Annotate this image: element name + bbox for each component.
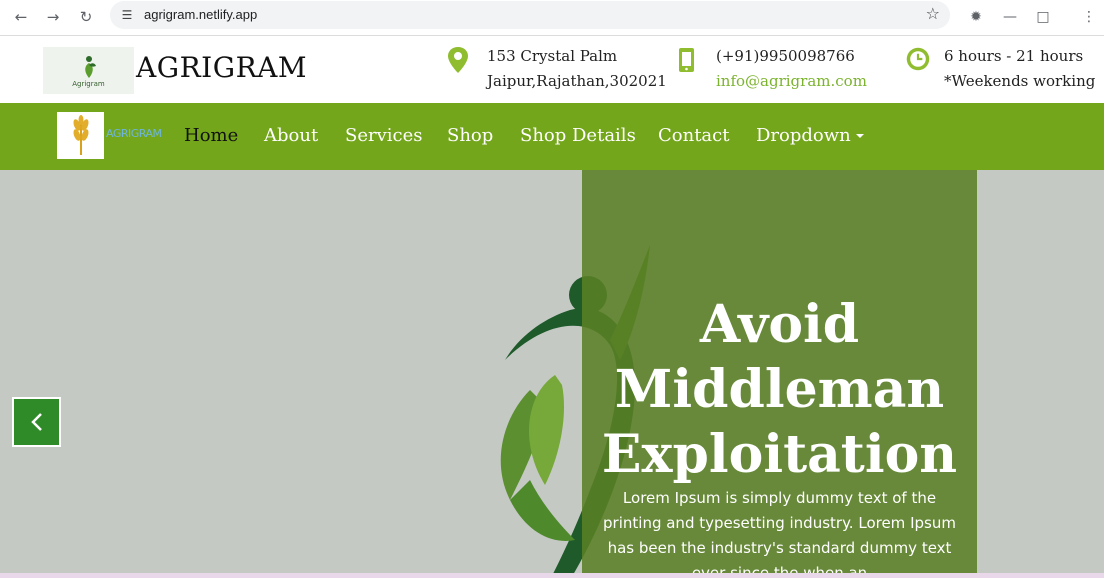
nav-about[interactable]: About — [264, 125, 318, 146]
hero-carousel: Avoid Middleman Exploitation Lorem Ipsum… — [0, 170, 1104, 578]
phone-icon — [679, 48, 694, 72]
phone-number[interactable]: (+91)9950098766 — [716, 47, 855, 65]
site-header: Agrigram AGRIGRAM 153 Crystal Palm Jaipu… — [0, 37, 1104, 103]
carousel-prev-button[interactable] — [12, 397, 61, 447]
minimize-icon[interactable]: — — [999, 4, 1021, 30]
forward-icon[interactable]: → — [40, 4, 66, 30]
hero-title: Avoid Middleman Exploitation — [582, 292, 977, 487]
chevron-left-icon — [30, 413, 42, 431]
hero-title-line-1: Avoid — [699, 294, 860, 355]
puzzle-icon[interactable]: □ — [1032, 4, 1054, 30]
hours-line-2: *Weekends working — [944, 72, 1096, 90]
nav-services[interactable]: Services — [345, 125, 422, 146]
back-icon[interactable]: ← — [8, 4, 34, 30]
logo-caption: Agrigram — [72, 79, 105, 88]
extension-icon[interactable]: ✹ — [965, 4, 987, 30]
hero-title-line-3: Exploitation — [601, 424, 958, 485]
star-icon[interactable]: ☆ — [926, 4, 940, 23]
nav-home[interactable]: Home — [184, 125, 238, 146]
sprout-logo-icon — [84, 55, 96, 78]
reload-icon[interactable]: ↻ — [73, 4, 99, 30]
hours-line-1: 6 hours - 21 hours — [944, 47, 1084, 65]
nav-dropdown[interactable]: Dropdown — [756, 125, 864, 146]
hero-description: Lorem Ipsum is simply dummy text of the … — [603, 489, 956, 578]
nav-dropdown-label: Dropdown — [756, 125, 851, 146]
nav-logo-text[interactable]: AGRIGRAM — [106, 127, 162, 140]
hero-text-panel: Avoid Middleman Exploitation Lorem Ipsum… — [582, 170, 977, 578]
url-text[interactable]: agrigram.netlify.app — [144, 7, 257, 22]
address-line-2: Jaipur,Rajathan,302021 — [487, 72, 667, 90]
main-navbar: AGRIGRAM Home About Services Shop Shop D… — [0, 103, 1104, 170]
email-link[interactable]: info@agrigram.com — [716, 72, 867, 90]
brand-name[interactable]: AGRIGRAM — [136, 51, 307, 84]
nav-logo[interactable] — [57, 112, 104, 159]
nav-contact[interactable]: Contact — [658, 125, 729, 146]
address-bar[interactable]: ☰ agrigram.netlify.app ☆ — [110, 1, 950, 29]
site-info-icon[interactable]: ☰ — [118, 6, 136, 24]
clock-icon — [906, 47, 930, 71]
address-line-1: 153 Crystal Palm — [487, 47, 618, 65]
caret-down-icon — [855, 134, 864, 138]
nav-shop[interactable]: Shop — [447, 125, 493, 146]
location-pin-icon — [448, 47, 468, 73]
nav-shop-details[interactable]: Shop Details — [520, 125, 636, 146]
menu-icon[interactable]: ⋮ — [1078, 4, 1100, 30]
wheat-logo-icon — [73, 114, 88, 155]
hero-title-line-2: Middleman — [614, 359, 945, 420]
browser-toolbar: ← → ↻ ☰ agrigram.netlify.app ☆ ✹ — □ ⋮ — [0, 0, 1104, 36]
site-logo[interactable]: Agrigram — [43, 47, 134, 94]
bottom-divider — [0, 573, 1104, 578]
